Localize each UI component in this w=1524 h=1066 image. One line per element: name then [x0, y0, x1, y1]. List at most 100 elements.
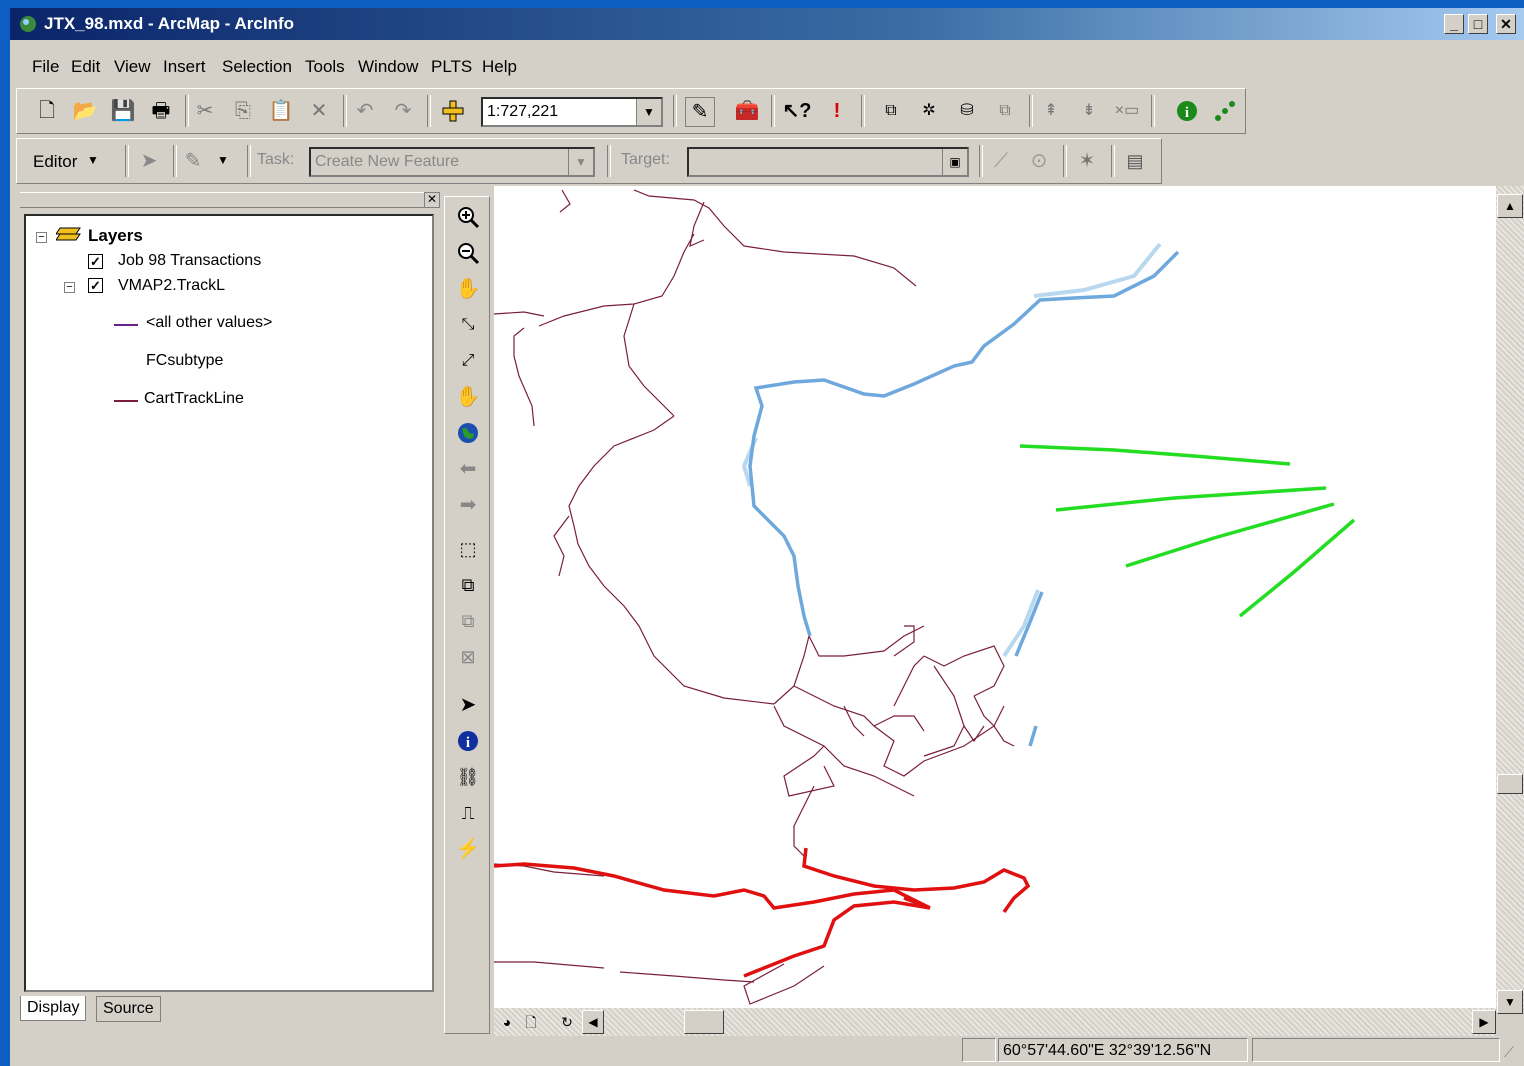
paste-icon[interactable]: 📋	[267, 97, 295, 125]
close-window-button[interactable]: ✕	[1496, 14, 1516, 34]
menu-help[interactable]: Help	[482, 57, 517, 77]
pan-icon[interactable]: ✋	[454, 383, 482, 411]
select-features-icon[interactable]: ⬚	[454, 535, 482, 563]
save-icon[interactable]: 💾	[109, 97, 137, 125]
toc-grip[interactable]	[20, 192, 440, 208]
back-icon[interactable]: ⬅	[454, 455, 482, 483]
minimize-button[interactable]: _	[1444, 14, 1464, 34]
scroll-up-icon[interactable]: ▲	[1497, 194, 1523, 218]
error-icon[interactable]: !	[823, 97, 851, 125]
add-data-icon[interactable]	[439, 97, 467, 125]
attributes-table-icon[interactable]: ▤	[1121, 147, 1149, 175]
toolbar-separator	[771, 95, 775, 127]
rotate-icon[interactable]: ⊙	[1025, 147, 1053, 175]
forward-icon[interactable]: ➡	[454, 491, 482, 519]
arctoolbox-icon[interactable]: 🧰	[733, 97, 761, 125]
sketch-properties-icon[interactable]: ✶	[1073, 147, 1101, 175]
redo-icon[interactable]: ↷	[389, 97, 417, 125]
chevron-down-icon[interactable]: ▼	[636, 99, 661, 125]
editor-toolbar-icon[interactable]: ✎	[685, 97, 715, 127]
map-vertical-scrollbar[interactable]: ▲ ▼	[1496, 186, 1524, 1014]
refresh-icon[interactable]: ↻	[556, 1008, 578, 1036]
split-icon[interactable]: ⟋	[987, 147, 1015, 175]
data-view-icon[interactable]: ◕	[496, 1008, 518, 1036]
edit-tool-icon[interactable]: ➤	[135, 147, 163, 175]
map-display[interactable]	[493, 186, 1496, 1008]
menu-edit[interactable]: Edit	[71, 57, 100, 77]
select-layer-icon[interactable]: ⧉	[454, 571, 482, 599]
attribute-icon[interactable]: ✲	[915, 97, 943, 125]
menu-view[interactable]: View	[114, 57, 151, 77]
open-icon[interactable]: 📂	[71, 97, 99, 125]
identify-info-icon[interactable]: i	[1173, 97, 1201, 125]
task-combo[interactable]: Create New Feature ▼	[309, 147, 595, 177]
menu-plts[interactable]: PLTS	[431, 57, 472, 77]
print-icon[interactable]: 🖶	[147, 97, 175, 125]
find-icon[interactable]: ⛓	[454, 763, 482, 791]
identify-icon[interactable]: i	[454, 727, 482, 755]
layer-name[interactable]: Job 98 Transactions	[118, 252, 261, 270]
zoom-in-icon[interactable]	[454, 203, 482, 231]
collapse-layers-icon[interactable]: −	[36, 232, 47, 243]
chevron-down-icon[interactable]: ▼	[568, 149, 593, 175]
toolbar-separator	[125, 145, 129, 177]
new-icon[interactable]: 🗋	[33, 97, 61, 125]
whats-this-icon[interactable]: ↖?	[783, 97, 812, 125]
zoom-extent-in-icon[interactable]: ⤡	[454, 311, 482, 339]
sketch-dropdown-icon[interactable]: ▼	[217, 153, 229, 167]
chevron-down-icon[interactable]: ▣	[942, 149, 967, 175]
layout-view-icon[interactable]: 🗋	[520, 1008, 542, 1036]
collapse-layer-icon[interactable]: −	[64, 282, 75, 293]
scroll-right-icon[interactable]: ▶	[1472, 1010, 1496, 1034]
move-down-icon[interactable]: ⇟	[1075, 97, 1103, 125]
copy-features-icon[interactable]: ⧉	[991, 97, 1019, 125]
undo-icon[interactable]: ↶	[351, 97, 379, 125]
copy-icon[interactable]: ⎘	[229, 97, 257, 125]
legend-label: CartTrackLine	[144, 390, 244, 407]
layer-visibility-checkbox[interactable]: ✓	[88, 278, 103, 293]
scroll-down-icon[interactable]: ▼	[1497, 990, 1523, 1014]
map-canvas[interactable]	[493, 186, 1496, 1008]
join-icon[interactable]: ⧉	[877, 97, 905, 125]
legend-symbol-line[interactable]	[114, 324, 138, 326]
full-extent-icon[interactable]	[454, 419, 482, 447]
layers-root-label[interactable]: Layers	[88, 226, 143, 246]
close-toc-icon[interactable]: ✕	[424, 192, 440, 208]
legend-symbol-line[interactable]	[114, 400, 138, 402]
feature-icon[interactable]: ⛁	[953, 97, 981, 125]
connect-icon[interactable]	[1211, 97, 1239, 125]
toolbar-separator	[979, 145, 983, 177]
map-horizontal-scrollbar[interactable]: ◕ 🗋 ↻ ◀ ▶	[494, 1008, 1496, 1036]
zoom-out-icon[interactable]	[454, 239, 482, 267]
zoom-selected-icon[interactable]: ⊠	[454, 643, 482, 671]
layer-name[interactable]: VMAP2.TrackL	[118, 277, 225, 295]
select-elements-icon[interactable]: ➤	[454, 691, 482, 719]
measure-icon[interactable]: ⎍	[454, 799, 482, 827]
scroll-thumb[interactable]	[684, 1010, 724, 1034]
target-combo[interactable]: ▣	[687, 147, 969, 177]
menu-window[interactable]: Window	[358, 57, 418, 77]
sketch-tool-icon[interactable]: ✎	[179, 147, 207, 175]
menu-tools[interactable]: Tools	[305, 57, 345, 77]
maximize-button[interactable]: □	[1468, 14, 1488, 34]
editor-menu-label[interactable]: Editor	[33, 152, 77, 172]
editor-dropdown-icon[interactable]: ▼	[87, 153, 99, 167]
hyperlink-icon[interactable]: ⚡	[454, 835, 482, 863]
map-scale-combo[interactable]: 1:727,221 ▼	[481, 97, 663, 127]
clear-selection-icon[interactable]: ⧉	[454, 607, 482, 635]
tab-display[interactable]: Display	[20, 996, 87, 1021]
menu-selection[interactable]: Selection	[222, 57, 292, 77]
cut-icon[interactable]: ✂	[191, 97, 219, 125]
scroll-left-icon[interactable]: ◀	[582, 1010, 604, 1034]
tab-source[interactable]: Source	[96, 996, 161, 1022]
scroll-thumb[interactable]	[1497, 774, 1523, 794]
layer-visibility-checkbox[interactable]: ✓	[88, 254, 103, 269]
menu-file[interactable]: File	[32, 57, 59, 77]
zoom-extent-out-icon[interactable]: ⤢	[454, 347, 482, 375]
resize-grip-icon[interactable]: ⟋	[1504, 1044, 1514, 1061]
delete-icon[interactable]: ✕	[305, 97, 333, 125]
clear-icon[interactable]: ×▭	[1113, 97, 1141, 125]
move-up-icon[interactable]: ⇞	[1037, 97, 1065, 125]
menu-insert[interactable]: Insert	[163, 57, 206, 77]
fixed-zoom-icon[interactable]: ✋	[454, 275, 482, 303]
